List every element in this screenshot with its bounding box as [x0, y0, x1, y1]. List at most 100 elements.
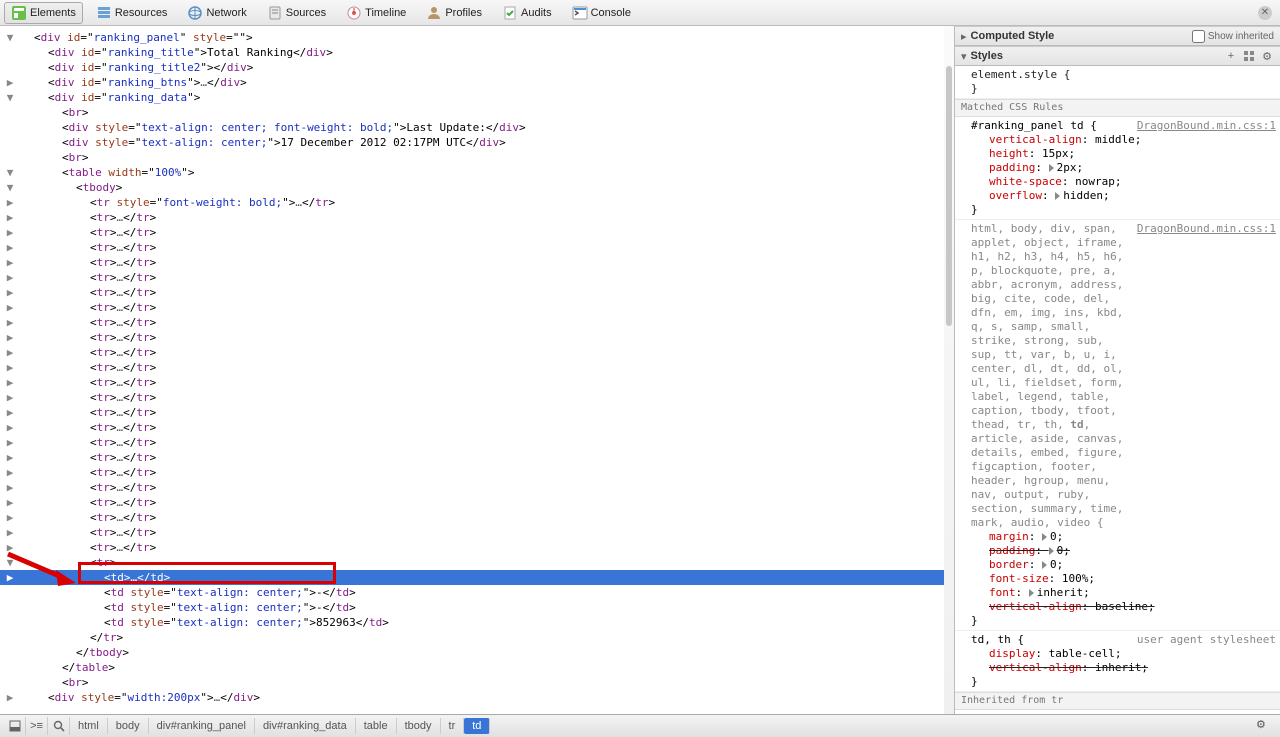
dom-node-tr[interactable]: ▶<tr>…</tr>: [4, 405, 954, 420]
disclosure-right-icon[interactable]: ▶: [4, 496, 16, 508]
dom-node-tr[interactable]: ▶<tr>…</tr>: [4, 510, 954, 525]
dom-node-tr[interactable]: ▶<tr>…</tr>: [4, 315, 954, 330]
css-prop[interactable]: font: inherit;: [971, 586, 1276, 600]
disclosure-right-icon[interactable]: ▶: [4, 376, 16, 388]
disclosure-right-icon[interactable]: ▶: [4, 406, 16, 418]
disclosure-right-icon[interactable]: ▶: [4, 76, 16, 88]
tab-console[interactable]: Console: [565, 2, 638, 24]
dom-node[interactable]: <div id="ranking_title2"></div>: [4, 60, 954, 75]
disclosure-right-icon[interactable]: ▶: [4, 226, 16, 238]
css-prop[interactable]: vertical-align: baseline;: [971, 600, 1276, 614]
dom-node-ranking-data[interactable]: ▼<div id="ranking_data">: [4, 90, 954, 105]
css-origin-link[interactable]: DragonBound.min.css:1: [1137, 222, 1276, 530]
dom-node[interactable]: ▶<tr style="font-weight: bold;">…</tr>: [4, 195, 954, 210]
tab-profiles[interactable]: Profiles: [419, 2, 489, 24]
breadcrumb-item[interactable]: div#ranking_data: [255, 718, 356, 734]
dom-node-tr[interactable]: ▶<tr>…</tr>: [4, 525, 954, 540]
css-prop[interactable]: height: 15px;: [971, 147, 1276, 161]
disclosure-right-icon[interactable]: ▶: [4, 361, 16, 373]
dom-node[interactable]: ▶<div style="width:200px">…</div>: [4, 690, 954, 705]
settings-gear-icon[interactable]: ⚙: [1256, 718, 1272, 734]
dom-node[interactable]: </table>: [4, 660, 954, 675]
css-prop[interactable]: overflow: hidden;: [971, 189, 1276, 203]
css-origin-link[interactable]: user agent stylesheet: [1137, 633, 1276, 647]
dom-node-tr-open[interactable]: ▼<tr>: [4, 555, 954, 570]
css-prop[interactable]: padding: 0;: [971, 544, 1276, 558]
dom-node-tr[interactable]: ▶<tr>…</tr>: [4, 225, 954, 240]
css-prop[interactable]: display: table-cell;: [971, 647, 1276, 661]
dom-node-tr[interactable]: ▶<tr>…</tr>: [4, 420, 954, 435]
css-prop[interactable]: vertical-align: middle;: [971, 133, 1276, 147]
dom-node-tr[interactable]: ▶<tr>…</tr>: [4, 390, 954, 405]
dom-node-tr[interactable]: ▶<tr>…</tr>: [4, 540, 954, 555]
dom-node[interactable]: ▶<div id="ranking_btns">…</div>: [4, 75, 954, 90]
disclosure-right-icon[interactable]: ▶: [4, 286, 16, 298]
tab-timeline[interactable]: Timeline: [339, 2, 413, 24]
css-prop[interactable]: margin: 0;: [971, 530, 1276, 544]
dom-node[interactable]: <br>: [4, 105, 954, 120]
dom-node-tr[interactable]: ▶<tr>…</tr>: [4, 435, 954, 450]
dom-node[interactable]: ▼<tbody>: [4, 180, 954, 195]
dock-icon[interactable]: [4, 717, 26, 735]
dom-node-tr[interactable]: ▶<tr>…</tr>: [4, 495, 954, 510]
disclosure-down-icon[interactable]: ▼: [4, 181, 16, 193]
dom-node[interactable]: <td style="text-align: center;">-</td>: [4, 600, 954, 615]
dom-node-tr[interactable]: ▶<tr>…</tr>: [4, 270, 954, 285]
dom-node-td-selected[interactable]: ▶<td>…</td>: [4, 570, 954, 585]
dom-node[interactable]: </tr>: [4, 630, 954, 645]
tab-elements[interactable]: Elements: [4, 2, 83, 24]
css-prop[interactable]: font-size: 100%;: [971, 572, 1276, 586]
dom-node[interactable]: <br>: [4, 675, 954, 690]
dom-node[interactable]: <div style="text-align: center;">17 Dece…: [4, 135, 954, 150]
breadcrumb-item[interactable]: div#ranking_panel: [149, 718, 255, 734]
breadcrumb-item[interactable]: body: [108, 718, 149, 734]
close-devtools-icon[interactable]: ✕: [1258, 6, 1272, 20]
tab-network[interactable]: Network: [180, 2, 253, 24]
element-style-rule[interactable]: element.style {}: [955, 66, 1280, 99]
dom-node-tr[interactable]: ▶<tr>…</tr>: [4, 360, 954, 375]
dom-node-tr[interactable]: ▶<tr>…</tr>: [4, 450, 954, 465]
disclosure-right-icon[interactable]: ▶: [4, 691, 16, 703]
disclosure-right-icon[interactable]: ▶: [4, 211, 16, 223]
element-states-icon[interactable]: [1242, 49, 1256, 63]
disclosure-right-icon[interactable]: ▶: [4, 346, 16, 358]
dom-node-tr[interactable]: ▶<tr>…</tr>: [4, 375, 954, 390]
show-console-icon[interactable]: >≡: [26, 717, 48, 735]
disclosure-right-icon[interactable]: ▶: [4, 241, 16, 253]
breadcrumb-item[interactable]: td: [464, 718, 490, 734]
computed-style-header[interactable]: ▸ Computed Style Show inherited: [955, 26, 1280, 46]
disclosure-down-icon[interactable]: ▼: [4, 91, 16, 103]
disclosure-right-icon[interactable]: ▶: [4, 256, 16, 268]
css-rule[interactable]: #ranking_panel td {DragonBound.min.css:1…: [955, 117, 1280, 220]
disclosure-right-icon[interactable]: ▶: [4, 511, 16, 523]
dom-node-tr[interactable]: ▶<tr>…</tr>: [4, 480, 954, 495]
disclosure-right-icon[interactable]: ▶: [4, 436, 16, 448]
dom-node-tr[interactable]: ▶<tr>…</tr>: [4, 330, 954, 345]
dom-node[interactable]: <br>: [4, 150, 954, 165]
breadcrumb-item[interactable]: table: [356, 718, 397, 734]
inspect-icon[interactable]: [48, 717, 70, 735]
css-rule[interactable]: td, th {user agent stylesheetdisplay: ta…: [955, 631, 1280, 692]
disclosure-right-icon[interactable]: ▶: [4, 331, 16, 343]
css-prop[interactable]: white-space: nowrap;: [971, 175, 1276, 189]
dom-node-tr[interactable]: ▶<tr>…</tr>: [4, 255, 954, 270]
dom-node-tr[interactable]: ▶<tr>…</tr>: [4, 465, 954, 480]
disclosure-right-icon[interactable]: ▶: [4, 541, 16, 553]
css-prop[interactable]: padding: 2px;: [971, 161, 1276, 175]
disclosure-right-icon[interactable]: ▶: [4, 271, 16, 283]
dom-node[interactable]: ▼<table width="100%">: [4, 165, 954, 180]
dom-node-tr[interactable]: ▶<tr>…</tr>: [4, 210, 954, 225]
breadcrumb-item[interactable]: tr: [441, 718, 465, 734]
elements-dom-tree[interactable]: ▼<div id="ranking_panel" style=""><div i…: [0, 26, 954, 714]
dom-node[interactable]: <div id="ranking_title">Total Ranking</d…: [4, 45, 954, 60]
gear-icon[interactable]: ⚙: [1260, 49, 1274, 63]
disclosure-down-icon[interactable]: ▼: [4, 31, 16, 43]
css-prop[interactable]: border: 0;: [971, 558, 1276, 572]
disclosure-right-icon[interactable]: ▶: [4, 391, 16, 403]
disclosure-right-icon[interactable]: ▶: [4, 526, 16, 538]
dom-node[interactable]: </tbody>: [4, 645, 954, 660]
dom-node[interactable]: <div style="text-align: center; font-wei…: [4, 120, 954, 135]
disclosure-right-icon[interactable]: ▶: [4, 571, 16, 583]
dom-node-ranking-panel[interactable]: ▼<div id="ranking_panel" style="">: [4, 30, 954, 45]
dom-node-tr[interactable]: ▶<tr>…</tr>: [4, 300, 954, 315]
